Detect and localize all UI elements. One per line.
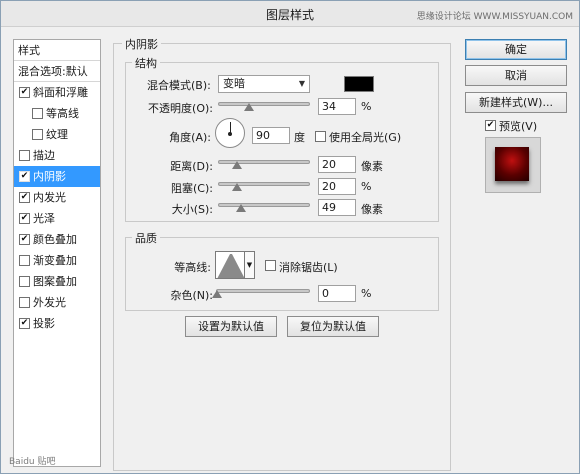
angle-center-dot bbox=[228, 132, 232, 136]
style-list-item[interactable]: 图案叠加 bbox=[14, 271, 100, 292]
style-enable-checkbox[interactable] bbox=[19, 149, 30, 161]
choke-label: 阻塞(C): bbox=[171, 182, 213, 195]
baidu-watermark: Baidu 贴吧 bbox=[9, 457, 56, 467]
new-style-button[interactable]: 新建样式(W)... bbox=[465, 92, 567, 113]
global-light-checkbox[interactable] bbox=[315, 131, 326, 142]
anti-alias-checkbox[interactable] bbox=[265, 260, 276, 271]
style-list-item[interactable]: ✔ 投影 bbox=[14, 313, 100, 334]
anti-alias-label: 消除锯齿(L) bbox=[279, 261, 338, 274]
distance-input[interactable]: 20 bbox=[318, 156, 356, 173]
noise-slider-thumb[interactable] bbox=[212, 290, 222, 298]
layer-style-dialog: 图层样式 思缘设计论坛 WWW.MISSYUAN.COM 样式 混合选项:默认 … bbox=[0, 0, 580, 474]
structure-title: 结构 bbox=[132, 55, 160, 71]
noise-unit: % bbox=[361, 287, 372, 300]
style-enable-checkbox[interactable]: ✔ bbox=[19, 233, 30, 245]
cancel-button[interactable]: 取消 bbox=[465, 65, 567, 86]
blend-mode-value: 变暗 bbox=[223, 77, 245, 90]
site-watermark: 思缘设计论坛 WWW.MISSYUAN.COM bbox=[416, 12, 573, 22]
style-enable-checkbox[interactable] bbox=[19, 254, 30, 266]
style-list-item[interactable]: ✔ 斜面和浮雕 bbox=[14, 82, 100, 103]
style-preview-thumbnail bbox=[485, 137, 541, 193]
blend-mode-label: 混合模式(B): bbox=[147, 79, 211, 92]
styles-header[interactable]: 样式 bbox=[14, 40, 100, 61]
preview-checkbox[interactable]: ✔ bbox=[485, 120, 496, 131]
quality-title: 品质 bbox=[132, 230, 160, 246]
opacity-label: 不透明度(O): bbox=[148, 102, 213, 115]
distance-unit: 像素 bbox=[361, 160, 383, 173]
ok-button[interactable]: 确定 bbox=[465, 39, 567, 60]
style-list-item[interactable]: 外发光 bbox=[14, 292, 100, 313]
style-list-item[interactable]: ✔ 颜色叠加 bbox=[14, 229, 100, 250]
style-enable-checkbox[interactable] bbox=[32, 107, 43, 119]
contour-label: 等高线: bbox=[174, 261, 211, 274]
preview-label: 预览(V) bbox=[499, 120, 538, 133]
opacity-slider[interactable] bbox=[218, 102, 310, 106]
distance-slider-thumb[interactable] bbox=[232, 161, 242, 169]
chevron-down-icon: ▼ bbox=[246, 261, 253, 269]
opacity-unit: % bbox=[361, 100, 372, 113]
angle-label: 角度(A): bbox=[169, 131, 211, 144]
angle-input[interactable]: 90 bbox=[252, 127, 290, 144]
size-slider[interactable] bbox=[218, 203, 310, 207]
noise-input[interactable]: 0 bbox=[318, 285, 356, 302]
panel-title: 内阴影 bbox=[122, 36, 161, 52]
style-list-item-label: 内发光 bbox=[33, 191, 66, 204]
size-slider-thumb[interactable] bbox=[236, 204, 246, 212]
style-list-item-label: 图案叠加 bbox=[33, 275, 77, 288]
blend-options-header[interactable]: 混合选项:默认 bbox=[14, 61, 100, 82]
choke-unit: % bbox=[361, 180, 372, 193]
opacity-input[interactable]: 34 bbox=[318, 98, 356, 115]
preview-swatch bbox=[495, 147, 529, 181]
style-enable-checkbox[interactable] bbox=[32, 128, 43, 140]
style-list-item[interactable]: 描边 bbox=[14, 145, 100, 166]
style-list-item-label: 内阴影 bbox=[33, 170, 66, 183]
size-input[interactable]: 49 bbox=[318, 199, 356, 216]
style-list-item[interactable]: ✔ 光泽 bbox=[14, 208, 100, 229]
style-list-item[interactable]: ✔ 内发光 bbox=[14, 187, 100, 208]
title-bar: 图层样式 思缘设计论坛 WWW.MISSYUAN.COM bbox=[1, 1, 579, 27]
noise-slider[interactable] bbox=[216, 289, 310, 293]
contour-picker[interactable] bbox=[215, 251, 245, 279]
style-list-item-label: 投影 bbox=[33, 317, 55, 330]
style-enable-checkbox[interactable]: ✔ bbox=[19, 317, 30, 329]
style-enable-checkbox[interactable]: ✔ bbox=[19, 170, 30, 182]
style-list-item-label: 光泽 bbox=[33, 212, 55, 225]
angle-unit: 度 bbox=[294, 131, 305, 144]
style-enable-checkbox[interactable]: ✔ bbox=[19, 191, 30, 203]
size-unit: 像素 bbox=[361, 203, 383, 216]
set-default-button[interactable]: 设置为默认值 bbox=[185, 316, 277, 337]
style-list-item-label: 等高线 bbox=[46, 107, 79, 120]
chevron-down-icon: ▼ bbox=[298, 79, 305, 88]
choke-input[interactable]: 20 bbox=[318, 178, 356, 195]
style-list-item-label: 纹理 bbox=[46, 128, 68, 141]
blend-mode-select[interactable]: 变暗 ▼ bbox=[218, 75, 310, 93]
choke-slider-thumb[interactable] bbox=[232, 183, 242, 191]
reset-default-button[interactable]: 复位为默认值 bbox=[287, 316, 379, 337]
style-enable-checkbox[interactable]: ✔ bbox=[19, 86, 30, 98]
style-list-item[interactable]: 等高线 bbox=[14, 103, 100, 124]
style-list: 样式 混合选项:默认 ✔ 斜面和浮雕 等高线 纹理 描边 ✔ 内阴影 ✔ 内发光 ✔ 光泽 ✔ 颜色叠加… bbox=[13, 39, 101, 467]
style-list-item-label: 外发光 bbox=[33, 296, 66, 309]
style-list-item[interactable]: 渐变叠加 bbox=[14, 250, 100, 271]
opacity-slider-thumb[interactable] bbox=[244, 103, 254, 111]
style-enable-checkbox[interactable]: ✔ bbox=[19, 212, 30, 224]
shadow-color-swatch[interactable] bbox=[344, 76, 374, 92]
size-label: 大小(S): bbox=[171, 203, 213, 216]
style-list-item-label: 斜面和浮雕 bbox=[33, 86, 88, 99]
angle-dial[interactable] bbox=[215, 118, 245, 148]
distance-label: 距离(D): bbox=[170, 160, 213, 173]
style-enable-checkbox[interactable] bbox=[19, 275, 30, 287]
contour-curve-icon bbox=[217, 254, 244, 278]
global-light-label: 使用全局光(G) bbox=[329, 131, 402, 144]
contour-dropdown[interactable]: ▼ bbox=[245, 251, 255, 279]
style-list-item[interactable]: 纹理 bbox=[14, 124, 100, 145]
style-list-item-label: 描边 bbox=[33, 149, 55, 162]
style-list-item-label: 渐变叠加 bbox=[33, 254, 77, 267]
noise-label: 杂色(N): bbox=[170, 289, 213, 302]
style-list-item[interactable]: ✔ 内阴影 bbox=[14, 166, 100, 187]
style-list-item-label: 颜色叠加 bbox=[33, 233, 77, 246]
style-enable-checkbox[interactable] bbox=[19, 296, 30, 308]
